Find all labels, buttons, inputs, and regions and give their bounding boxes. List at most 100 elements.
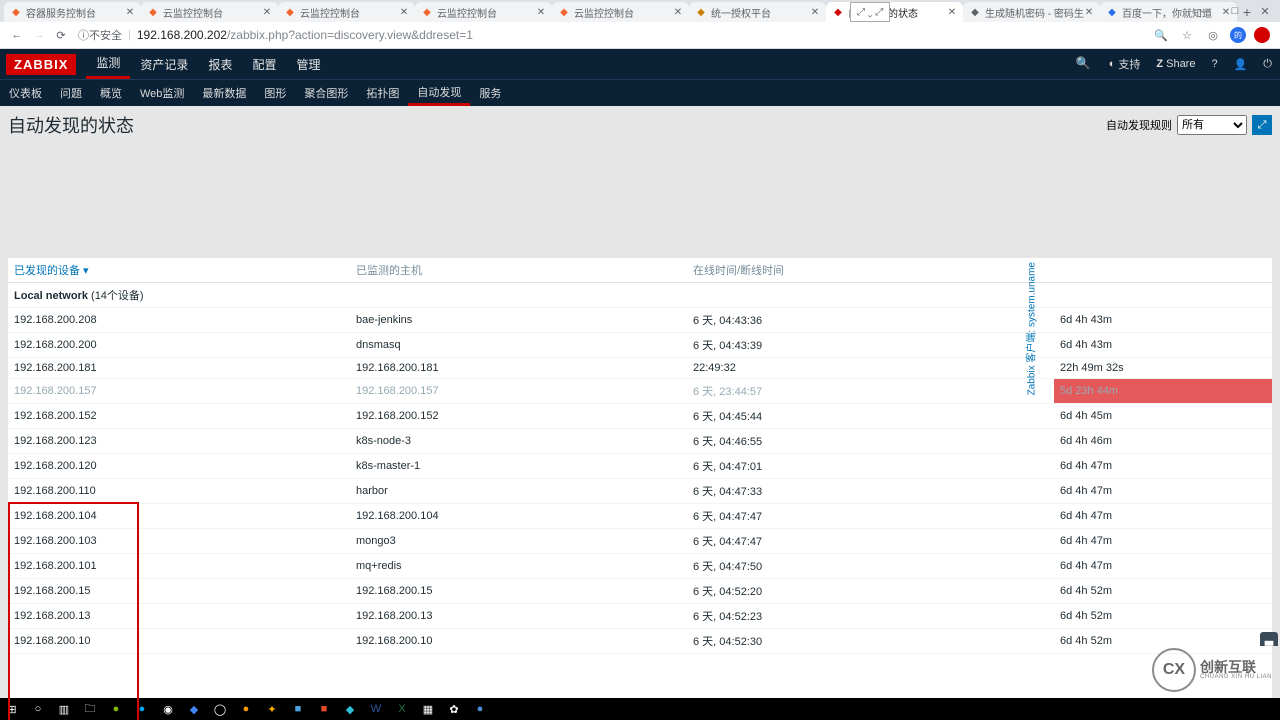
- forward-button[interactable]: →: [28, 24, 50, 46]
- favicon-icon: ◆: [284, 6, 296, 18]
- window-maximize[interactable]: □: [1220, 0, 1250, 22]
- cell-ip: 192.168.200.208: [8, 308, 350, 333]
- rule-select[interactable]: 所有: [1177, 115, 1247, 135]
- search-input[interactable]: [937, 54, 1095, 74]
- close-icon[interactable]: ✕: [810, 7, 820, 18]
- col-device-header[interactable]: 已发现的设备 ▾: [14, 265, 89, 277]
- window-close[interactable]: ✕: [1250, 0, 1280, 22]
- subnav-图形[interactable]: 图形: [255, 80, 295, 106]
- group-row: Local network (14个设备): [8, 283, 1272, 308]
- close-icon[interactable]: ✕: [536, 7, 546, 18]
- table-row[interactable]: 192.168.200.181 192.168.200.181 22:49:32…: [8, 358, 1272, 379]
- close-icon[interactable]: ✕: [399, 7, 409, 18]
- tb-app-5[interactable]: ✦: [264, 701, 280, 717]
- support-link[interactable]: ◐ 支持: [1101, 49, 1149, 79]
- chrome-icon[interactable]: ◉: [160, 701, 176, 717]
- table-row[interactable]: 192.168.200.110 harbor 6 天, 04:47:33 6d …: [8, 479, 1272, 504]
- nav-监测[interactable]: 监测: [86, 49, 130, 79]
- close-icon[interactable]: ✕: [673, 7, 683, 18]
- search-icon[interactable]: 🔍: [1076, 56, 1091, 70]
- cell-age: 6d 4h 47m: [1054, 504, 1272, 529]
- table-row[interactable]: 192.168.200.15 192.168.200.15 6 天, 04:52…: [8, 579, 1272, 604]
- tb-app-6[interactable]: ■: [290, 701, 306, 717]
- subnav-拓扑图[interactable]: 拓扑图: [357, 80, 408, 106]
- cell-ip: 192.168.200.10: [8, 629, 350, 654]
- close-icon[interactable]: ✕: [262, 7, 272, 18]
- subnav-问题[interactable]: 问题: [51, 80, 91, 106]
- browser-tab[interactable]: ◆ 云监控控制台 ✕: [278, 2, 415, 22]
- firefox-icon[interactable]: ●: [238, 701, 254, 717]
- tb-app-8[interactable]: ◆: [342, 701, 358, 717]
- browser-tab[interactable]: ◆ 云监控控制台 ✕: [415, 2, 552, 22]
- search-wrap[interactable]: 🔍: [937, 54, 1095, 74]
- compass-icon[interactable]: ◎: [1204, 26, 1222, 44]
- ext-adblock-icon[interactable]: [1254, 27, 1270, 43]
- tb-app-10[interactable]: ●: [472, 701, 488, 717]
- nav-配置[interactable]: 配置: [242, 49, 286, 79]
- table-row[interactable]: 192.168.200.101 mq+redis 6 天, 04:47:50 6…: [8, 554, 1272, 579]
- table-row[interactable]: 192.168.200.103 mongo3 6 天, 04:47:47 6d …: [8, 529, 1272, 554]
- settings-taskbar-icon[interactable]: ✿: [446, 701, 462, 717]
- browser-tab[interactable]: ◆ 生成随机密码 - 密码生 ✕: [963, 2, 1100, 22]
- subnav-聚合图形[interactable]: 聚合图形: [295, 80, 357, 106]
- nav-资产记录[interactable]: 资产记录: [130, 49, 198, 79]
- help-link[interactable]: ?: [1203, 49, 1225, 79]
- tb-app-4[interactable]: ◯: [212, 701, 228, 717]
- table-row[interactable]: 192.168.200.152 192.168.200.152 6 天, 04:…: [8, 404, 1272, 429]
- table-row[interactable]: 192.168.200.208 bae-jenkins 6 天, 04:43:3…: [8, 308, 1272, 333]
- subnav-Web监测[interactable]: Web监测: [131, 80, 193, 106]
- browser-tab[interactable]: ◆ 云监控控制台 ✕: [552, 2, 689, 22]
- cell-ip: 192.168.200.200: [8, 333, 350, 358]
- subnav-最新数据[interactable]: 最新数据: [193, 80, 255, 106]
- table-row[interactable]: 192.168.200.10 192.168.200.10 6 天, 04:52…: [8, 629, 1272, 654]
- os-taskbar: ⊞ ○ ▥ 🗀 ● ● ◉ ◆ ◯ ● ✦ ■ ■ ◆ W X ▦ ✿ ●: [0, 698, 1280, 720]
- browser-tab[interactable]: ◆ 自动发现的状态 ✕: [826, 2, 963, 22]
- zoom-icon[interactable]: 🔍: [1152, 26, 1170, 44]
- browser-tab[interactable]: ◆ 云监控控制台 ✕: [141, 2, 278, 22]
- subnav-仪表板[interactable]: 仪表板: [0, 80, 51, 106]
- subnav-自动发现[interactable]: 自动发现: [408, 80, 470, 106]
- back-button[interactable]: ←: [6, 24, 28, 46]
- table-row[interactable]: 192.168.200.123 k8s-node-3 6 天, 04:46:55…: [8, 429, 1272, 454]
- subnav-服务[interactable]: 服务: [470, 80, 510, 106]
- window-minimize[interactable]: —: [1190, 0, 1220, 22]
- logout-button[interactable]: ⏻: [1255, 49, 1280, 79]
- cortana-icon[interactable]: ○: [30, 701, 46, 717]
- zabbix-logo[interactable]: ZABBIX: [6, 54, 76, 75]
- share-link[interactable]: ZShare: [1148, 49, 1203, 79]
- reload-button[interactable]: ⟳: [50, 24, 72, 46]
- taskview-icon[interactable]: ▥: [56, 701, 72, 717]
- excel-icon[interactable]: X: [394, 701, 410, 717]
- cell-age: 6d 4h 52m: [1054, 604, 1272, 629]
- scroll-top-button[interactable]: ▃: [1260, 632, 1278, 646]
- browser-tab[interactable]: ◆ 容器服务控制台 ✕: [4, 2, 141, 22]
- start-button[interactable]: ⊞: [4, 701, 20, 717]
- explorer-icon[interactable]: 🗀: [82, 701, 98, 717]
- nav-报表[interactable]: 报表: [198, 49, 242, 79]
- fullscreen-icon[interactable]: ⤢: [1252, 115, 1272, 135]
- bookmark-icon[interactable]: ☆: [1178, 26, 1196, 44]
- tb-app-7[interactable]: ■: [316, 701, 332, 717]
- close-icon[interactable]: ✕: [1084, 7, 1094, 18]
- tb-app-2[interactable]: ●: [134, 701, 150, 717]
- table-row[interactable]: 192.168.200.120 k8s-master-1 6 天, 04:47:…: [8, 454, 1272, 479]
- subnav-概览[interactable]: 概览: [91, 80, 131, 106]
- tb-app-9[interactable]: ▦: [420, 701, 436, 717]
- browser-tab[interactable]: ◆ 统一授权平台 ✕: [689, 2, 826, 22]
- extension-popup[interactable]: ⤢ ⌄ ⤢: [850, 2, 890, 22]
- tb-app-3[interactable]: ◆: [186, 701, 202, 717]
- ext-icons: ⤢ ⌄ ⤢: [857, 7, 883, 18]
- table-row[interactable]: 192.168.200.104 192.168.200.104 6 天, 04:…: [8, 504, 1272, 529]
- security-indicator[interactable]: ⓘ 不安全: [78, 27, 122, 43]
- profile-avatar[interactable]: 的: [1230, 27, 1246, 43]
- tb-app-1[interactable]: ●: [108, 701, 124, 717]
- nav-管理[interactable]: 管理: [286, 49, 330, 79]
- close-icon[interactable]: ✕: [125, 7, 135, 18]
- user-profile[interactable]: 👤: [1226, 49, 1256, 79]
- table-row[interactable]: 192.168.200.13 192.168.200.13 6 天, 04:52…: [8, 604, 1272, 629]
- address-bar[interactable]: ⓘ 不安全 | 192.168.200.202/zabbix.php?actio…: [78, 27, 1146, 43]
- table-row[interactable]: 192.168.200.200 dnsmasq 6 天, 04:43:39 6d…: [8, 333, 1272, 358]
- table-row[interactable]: 192.168.200.157 192.168.200.157 6 天, 23:…: [8, 379, 1272, 404]
- word-icon[interactable]: W: [368, 701, 384, 717]
- close-icon[interactable]: ✕: [947, 7, 957, 18]
